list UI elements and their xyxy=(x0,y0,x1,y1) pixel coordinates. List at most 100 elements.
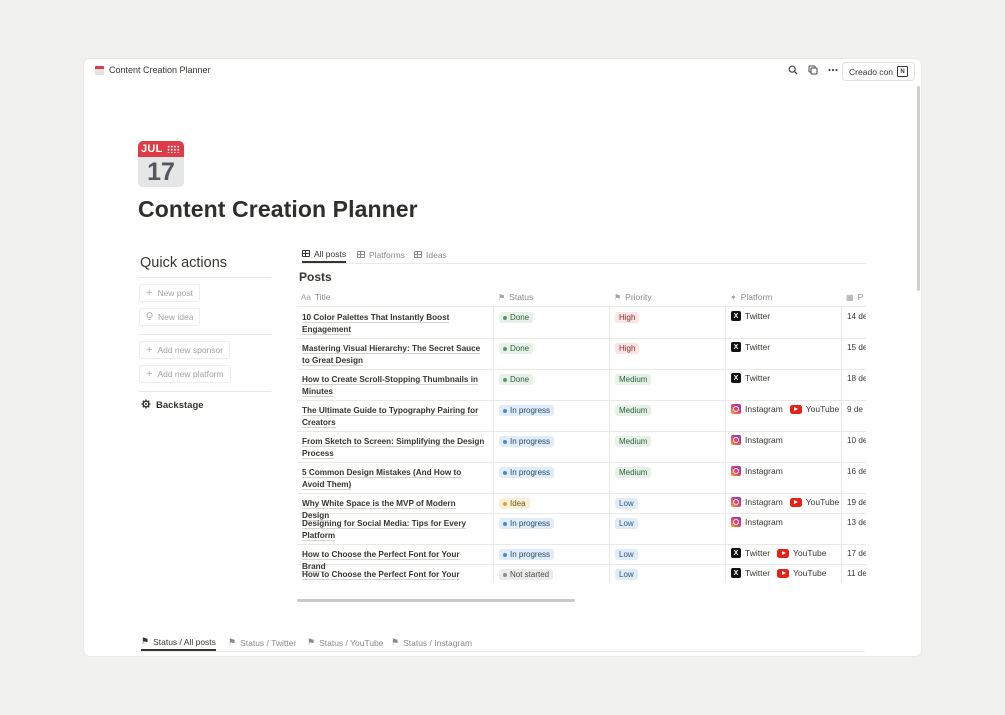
priority-cell[interactable]: Low xyxy=(610,493,726,513)
status-cell[interactable]: In progress xyxy=(494,431,610,462)
date-value: 19 de xyxy=(847,498,866,507)
date-cell[interactable]: 16 de xyxy=(842,462,866,493)
tab-status-all-posts[interactable]: ⚑ Status / All posts xyxy=(141,634,216,651)
platform-cell[interactable]: X Twitter YouTube xyxy=(726,544,842,564)
date-cell[interactable]: 15 de xyxy=(842,338,866,369)
table-row[interactable]: The Ultimate Guide to Typography Pairing… xyxy=(297,400,866,432)
priority-cell[interactable]: Low xyxy=(610,544,726,564)
tab-ideas[interactable]: Ideas xyxy=(414,246,447,263)
table-row[interactable]: How to Create Scroll-Stopping Thumbnails… xyxy=(297,369,866,401)
date-cell[interactable]: 14 de xyxy=(842,307,866,338)
table-row[interactable]: Why White Space is the MVP of Modern Des… xyxy=(297,493,866,522)
priority-cell[interactable]: Medium xyxy=(610,431,726,462)
table-row[interactable]: Designing for Social Media: Tips for Eve… xyxy=(297,513,866,545)
title-cell[interactable]: How to Create Scroll-Stopping Thumbnails… xyxy=(297,369,494,400)
date-cell[interactable]: 18 de xyxy=(842,369,866,400)
post-title[interactable]: How to Choose the Perfect Font for Your … xyxy=(302,570,460,583)
status-property-icon: ⚑ xyxy=(498,292,506,302)
date-cell[interactable]: 11 de xyxy=(842,564,866,583)
table-row[interactable]: From Sketch to Screen: Simplifying the D… xyxy=(297,431,866,463)
column-status[interactable]: ⚑ Status xyxy=(498,288,533,306)
post-title[interactable]: Mastering Visual Hierarchy: The Secret S… xyxy=(302,344,481,367)
date-cell[interactable]: 17 de xyxy=(842,544,866,564)
title-cell[interactable]: Why White Space is the MVP of Modern Des… xyxy=(297,493,494,522)
status-cell[interactable]: Done xyxy=(494,369,610,400)
date-cell[interactable]: 13 de xyxy=(842,513,866,544)
tab-status-youtube[interactable]: ⚑ Status / YouTube xyxy=(307,634,384,651)
platform-cell[interactable]: Instagram xyxy=(726,431,842,462)
new-idea-button[interactable]: New idea xyxy=(139,308,201,326)
date-cell[interactable]: 10 de xyxy=(842,431,866,462)
platform-cell[interactable]: Instagram YouTube xyxy=(726,400,842,431)
horizontal-scrollbar[interactable] xyxy=(297,599,575,602)
priority-cell[interactable]: Low xyxy=(610,564,726,583)
new-post-button[interactable]: + New post xyxy=(139,284,200,302)
youtube-icon xyxy=(777,548,790,558)
status-cell[interactable]: In progress xyxy=(494,544,610,564)
title-cell[interactable]: 10 Color Palettes That Instantly Boost E… xyxy=(297,307,494,338)
platform-cell[interactable]: X Twitter YouTube xyxy=(726,564,842,583)
post-title[interactable]: From Sketch to Screen: Simplifying the D… xyxy=(302,437,485,460)
search-icon[interactable] xyxy=(787,64,799,76)
column-date[interactable]: ▦ P xyxy=(846,288,863,306)
status-cell[interactable]: Done xyxy=(494,338,610,369)
instagram-icon xyxy=(731,404,741,414)
post-title[interactable]: 5 Common Design Mistakes (And How to Avo… xyxy=(302,468,462,491)
platform-cell[interactable]: X Twitter xyxy=(726,307,842,338)
date-value: 18 de xyxy=(847,374,866,383)
table-row[interactable]: 5 Common Design Mistakes (And How to Avo… xyxy=(297,462,866,494)
title-cell[interactable]: Designing for Social Media: Tips for Eve… xyxy=(297,513,494,544)
priority-cell[interactable]: Medium xyxy=(610,400,726,431)
more-icon[interactable] xyxy=(827,64,839,76)
add-sponsor-label: Add new sponsor xyxy=(157,345,224,355)
title-cell[interactable]: The Ultimate Guide to Typography Pairing… xyxy=(297,400,494,431)
table-row[interactable]: 10 Color Palettes That Instantly Boost E… xyxy=(297,307,866,339)
platform-cell[interactable]: Instagram YouTube xyxy=(726,493,842,513)
table-row[interactable]: How to Choose the Perfect Font for Your … xyxy=(297,544,866,573)
date-cell[interactable]: 19 de xyxy=(842,493,866,513)
title-cell[interactable]: From Sketch to Screen: Simplifying the D… xyxy=(297,431,494,462)
title-cell[interactable]: Mastering Visual Hierarchy: The Secret S… xyxy=(297,338,494,369)
table-row[interactable]: Mastering Visual Hierarchy: The Secret S… xyxy=(297,338,866,370)
tab-all-posts[interactable]: All posts xyxy=(302,246,347,263)
duplicate-icon[interactable] xyxy=(807,64,819,76)
title-cell[interactable]: 5 Common Design Mistakes (And How to Avo… xyxy=(297,462,494,493)
backstage-link[interactable]: Backstage xyxy=(139,399,271,412)
status-badge: In progress xyxy=(499,405,555,416)
post-title[interactable]: 10 Color Palettes That Instantly Boost E… xyxy=(302,313,450,336)
column-priority[interactable]: ⚑ Priority xyxy=(614,288,652,306)
post-title[interactable]: Designing for Social Media: Tips for Eve… xyxy=(302,519,467,542)
title-cell[interactable]: How to Choose the Perfect Font for Your … xyxy=(297,544,494,573)
column-title[interactable]: Aa Title xyxy=(301,288,331,306)
platform-cell[interactable]: Instagram xyxy=(726,513,842,544)
tab-status-instagram[interactable]: ⚑ Status / Instagram xyxy=(391,634,472,651)
breadcrumb[interactable]: Content Creation Planner xyxy=(95,65,211,75)
status-cell[interactable]: Not started xyxy=(494,564,610,583)
status-badge: Done xyxy=(499,312,534,323)
priority-cell[interactable]: High xyxy=(610,338,726,369)
platform-cell[interactable]: Instagram xyxy=(726,462,842,493)
priority-cell[interactable]: Medium xyxy=(610,369,726,400)
platform-cell[interactable]: X Twitter xyxy=(726,369,842,400)
title-cell[interactable]: How to Choose the Perfect Font for Your … xyxy=(297,564,494,583)
tab-status-twitter[interactable]: ⚑ Status / Twitter xyxy=(228,634,296,651)
post-title[interactable]: The Ultimate Guide to Typography Pairing… xyxy=(302,406,479,429)
column-platform[interactable]: ✦ Platform xyxy=(730,288,772,306)
date-cell[interactable]: 9 de xyxy=(842,400,866,431)
vertical-scrollbar[interactable] xyxy=(917,86,920,291)
platform-cell[interactable]: X Twitter xyxy=(726,338,842,369)
status-cell[interactable]: In progress xyxy=(494,400,610,431)
status-cell[interactable]: Done xyxy=(494,307,610,338)
tab-platforms[interactable]: Platforms xyxy=(357,246,405,263)
table-row[interactable]: How to Choose the Perfect Font for Your … xyxy=(297,564,866,583)
post-title[interactable]: How to Create Scroll-Stopping Thumbnails… xyxy=(302,375,479,398)
status-cell[interactable]: Idea xyxy=(494,493,610,513)
priority-cell[interactable]: High xyxy=(610,307,726,338)
add-platform-button[interactable]: + Add new platform xyxy=(139,365,231,383)
made-with-button[interactable]: Creado con N xyxy=(842,62,915,81)
status-cell[interactable]: In progress xyxy=(494,462,610,493)
status-cell[interactable]: In progress xyxy=(494,513,610,544)
add-sponsor-button[interactable]: + Add new sponsor xyxy=(139,341,231,359)
priority-cell[interactable]: Medium xyxy=(610,462,726,493)
priority-cell[interactable]: Low xyxy=(610,513,726,544)
